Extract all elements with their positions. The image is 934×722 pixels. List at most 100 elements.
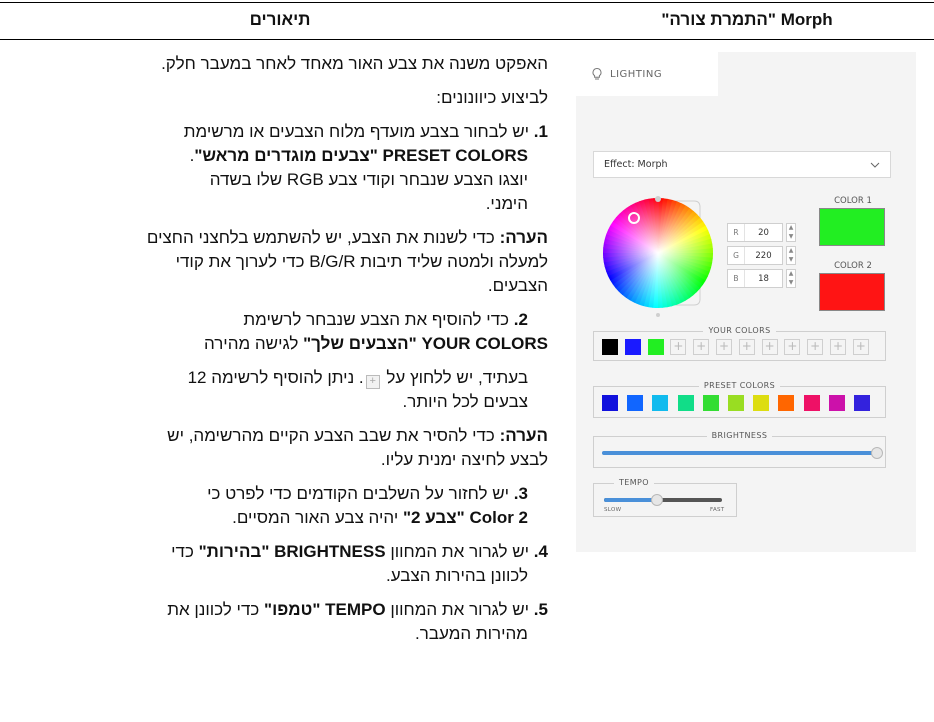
- b-value[interactable]: 18: [745, 274, 782, 284]
- preset-color-swatch[interactable]: [854, 395, 870, 411]
- tempo-fill: [604, 498, 658, 502]
- lightbulb-icon: [592, 67, 602, 80]
- manual-page: Morph "התמרת צורה" תיאורים LIGHTING Effe…: [0, 0, 934, 722]
- g-spinner[interactable]: ▲ ▼: [786, 246, 796, 265]
- preset-color-swatch[interactable]: [652, 395, 669, 411]
- g-field[interactable]: G 220: [727, 246, 783, 265]
- wheel-top-handle: [655, 196, 661, 202]
- note2-line1: הערה: כדי להסיר את שבב הצבע הקיים מהרשימ…: [0, 424, 548, 448]
- tempo-title: TEMPO: [614, 478, 654, 487]
- lighting-tab-label: LIGHTING: [610, 68, 663, 80]
- brightness-group: BRIGHTNESS: [593, 431, 886, 468]
- note2-text-a: כדי להסיר את שבב הצבע הקיים מהרשימה, יש: [167, 426, 500, 445]
- r-field[interactable]: R 20: [727, 223, 783, 242]
- step3-text-a: יש לחזור על השלבים הקודמים כדי לפרט כי: [207, 484, 510, 503]
- preset-colors-group: PRESET COLORS: [593, 381, 886, 418]
- note1-line1: הערה: כדי לשנות את הצבע, יש להשתמש בלחצנ…: [0, 226, 548, 250]
- brightness-fill: [602, 451, 877, 455]
- step4-line2: לכוונן בהירות הצבע.: [386, 566, 528, 585]
- note1-line2: למעלה ולמטה שליד תיבות B/G/R כדי לערוך א…: [175, 252, 548, 271]
- column-header-descriptions: תיאורים: [249, 10, 311, 29]
- color2-label: COLOR 2: [834, 261, 872, 271]
- empty-color-slot[interactable]: +: [784, 339, 801, 355]
- step4-line1: 4. יש לגרור את המחוון BRIGHTNESS "בהירות…: [0, 540, 548, 564]
- note1-line3: הצבעים.: [487, 276, 548, 295]
- r-spinner[interactable]: ▲ ▼: [786, 223, 796, 242]
- your-color-swatch[interactable]: [624, 339, 641, 355]
- add-color-icon: +: [365, 375, 380, 389]
- step1-line3: יוצגו הצבע שנבחר וקודי צבע RGB שלו בשדה: [209, 170, 528, 189]
- empty-color-slot[interactable]: +: [852, 339, 869, 355]
- preset-color-swatch[interactable]: [602, 395, 618, 411]
- step5-line1: 5. יש לגרור את המחוון TEMPO "טמפו" כדי ל…: [0, 598, 548, 622]
- step1-text-a: יש לבחור בצבע מועדף מלוח הצבעים או מרשימ…: [183, 122, 530, 141]
- r-value[interactable]: 20: [745, 228, 782, 238]
- note1-label: הערה:: [499, 228, 548, 247]
- step2-text-c1: בעתיד, יש ללחוץ על: [386, 368, 528, 387]
- empty-color-slot[interactable]: +: [670, 339, 687, 355]
- preset-color-swatch[interactable]: [627, 395, 644, 411]
- step1-number: 1.: [533, 122, 548, 141]
- preset-color-swatch[interactable]: [753, 395, 770, 411]
- note1-text-a: כדי לשנות את הצבע, יש להשתמש בלחצני החצי…: [146, 228, 500, 247]
- empty-color-slot[interactable]: +: [693, 339, 710, 355]
- perform-text: לביצוע כיוונונים:: [436, 88, 548, 107]
- tempo-group: TEMPO SLOW FAST: [593, 478, 737, 517]
- preset-color-swatch[interactable]: [702, 395, 719, 411]
- brightness-thumb[interactable]: [871, 447, 883, 459]
- step5-text-a2: כדי לכוונן את: [167, 600, 265, 619]
- note2-line2: לבצע לחיצה ימנית עליו.: [380, 450, 548, 469]
- column-header-feature: Morph "התמרת צורה": [661, 10, 833, 29]
- table-header-rule: [0, 39, 934, 40]
- your-color-swatch[interactable]: [602, 339, 618, 355]
- preset-color-swatch[interactable]: [828, 395, 845, 411]
- lighting-tab[interactable]: LIGHTING: [576, 52, 718, 96]
- effect-dropdown[interactable]: Effect: Morph: [593, 151, 891, 178]
- step3-text-b: יהיה צבע האור המסיים.: [232, 508, 403, 527]
- b-label: B: [728, 270, 745, 287]
- step1-preset-colors-term: PRESET COLORS "צבעים מוגדרים מראש": [194, 146, 528, 165]
- empty-color-slot[interactable]: +: [761, 339, 778, 355]
- empty-color-slot[interactable]: +: [830, 339, 846, 355]
- step2-line1: 2. כדי להוסיף את הצבע שנבחר לרשימת: [0, 308, 528, 332]
- tempo-fast-label: FAST: [710, 507, 725, 513]
- g-label: G: [728, 247, 745, 264]
- tempo-thumb[interactable]: [651, 494, 664, 506]
- step1-line2: PRESET COLORS "צבעים מוגדרים מראש".: [0, 144, 528, 168]
- preset-color-swatch[interactable]: [803, 395, 820, 411]
- preset-color-swatch[interactable]: [728, 395, 744, 411]
- color1-label: COLOR 1: [834, 196, 872, 206]
- empty-color-slot[interactable]: +: [738, 339, 755, 355]
- empty-color-slot[interactable]: +: [716, 339, 732, 355]
- color1-swatch[interactable]: [819, 208, 885, 246]
- b-field[interactable]: B 18: [727, 269, 783, 288]
- color2-swatch[interactable]: [819, 273, 885, 311]
- step4-brightness-term: BRIGHTNESS "בהירות": [198, 542, 386, 561]
- b-spinner[interactable]: ▲ ▼: [786, 269, 796, 288]
- your-color-swatch[interactable]: [647, 339, 664, 355]
- preset-color-swatch[interactable]: [677, 395, 694, 411]
- preset-color-swatch[interactable]: [778, 395, 795, 411]
- brightness-title: BRIGHTNESS: [706, 431, 773, 440]
- lighting-panel: LIGHTING Effect: Morph COLOR 1 COLOR 2 R…: [576, 52, 916, 552]
- step3-line2: Color 2 "צבע 2" יהיה צבע האור המסיים.: [0, 506, 528, 530]
- step2-your-colors-term: YOUR COLORS "הצבעים שלך": [303, 334, 548, 353]
- step4-text-a1: יש לגרור את המחוון: [390, 542, 530, 561]
- step2-line2: YOUR COLORS "הצבעים שלך" לגישה מהירה: [0, 332, 548, 356]
- step2-number: 2.: [513, 310, 528, 329]
- effect-dropdown-value: Effect: Morph: [604, 159, 668, 170]
- step1-line4: הימני.: [485, 194, 528, 213]
- step2-line3: בעתיד, יש ללחוץ על +. ניתן להוסיף לרשימה…: [0, 366, 528, 390]
- your-colors-title: YOUR COLORS: [703, 326, 776, 335]
- step2-text-c2: . ניתן להוסיף לרשימה 12: [187, 368, 364, 387]
- empty-color-slot[interactable]: +: [807, 339, 824, 355]
- step2-line4: צבעים לכל היותר.: [402, 392, 528, 411]
- step5-number: 5.: [533, 600, 548, 619]
- step5-text-a1: יש לגרור את המחוון: [390, 600, 530, 619]
- g-value[interactable]: 220: [745, 251, 782, 261]
- step3-line1: 3. יש לחזור על השלבים הקודמים כדי לפרט כ…: [0, 482, 528, 506]
- step2-text-b: לגישה מהירה: [203, 334, 304, 353]
- step2-text-a: כדי להוסיף את הצבע שנבחר לרשימת: [243, 310, 510, 329]
- step3-color2-term: Color 2 "צבע 2": [402, 508, 528, 527]
- intro-text: האפקט משנה את צבע האור מאחד לאחר במעבר ח…: [161, 54, 548, 73]
